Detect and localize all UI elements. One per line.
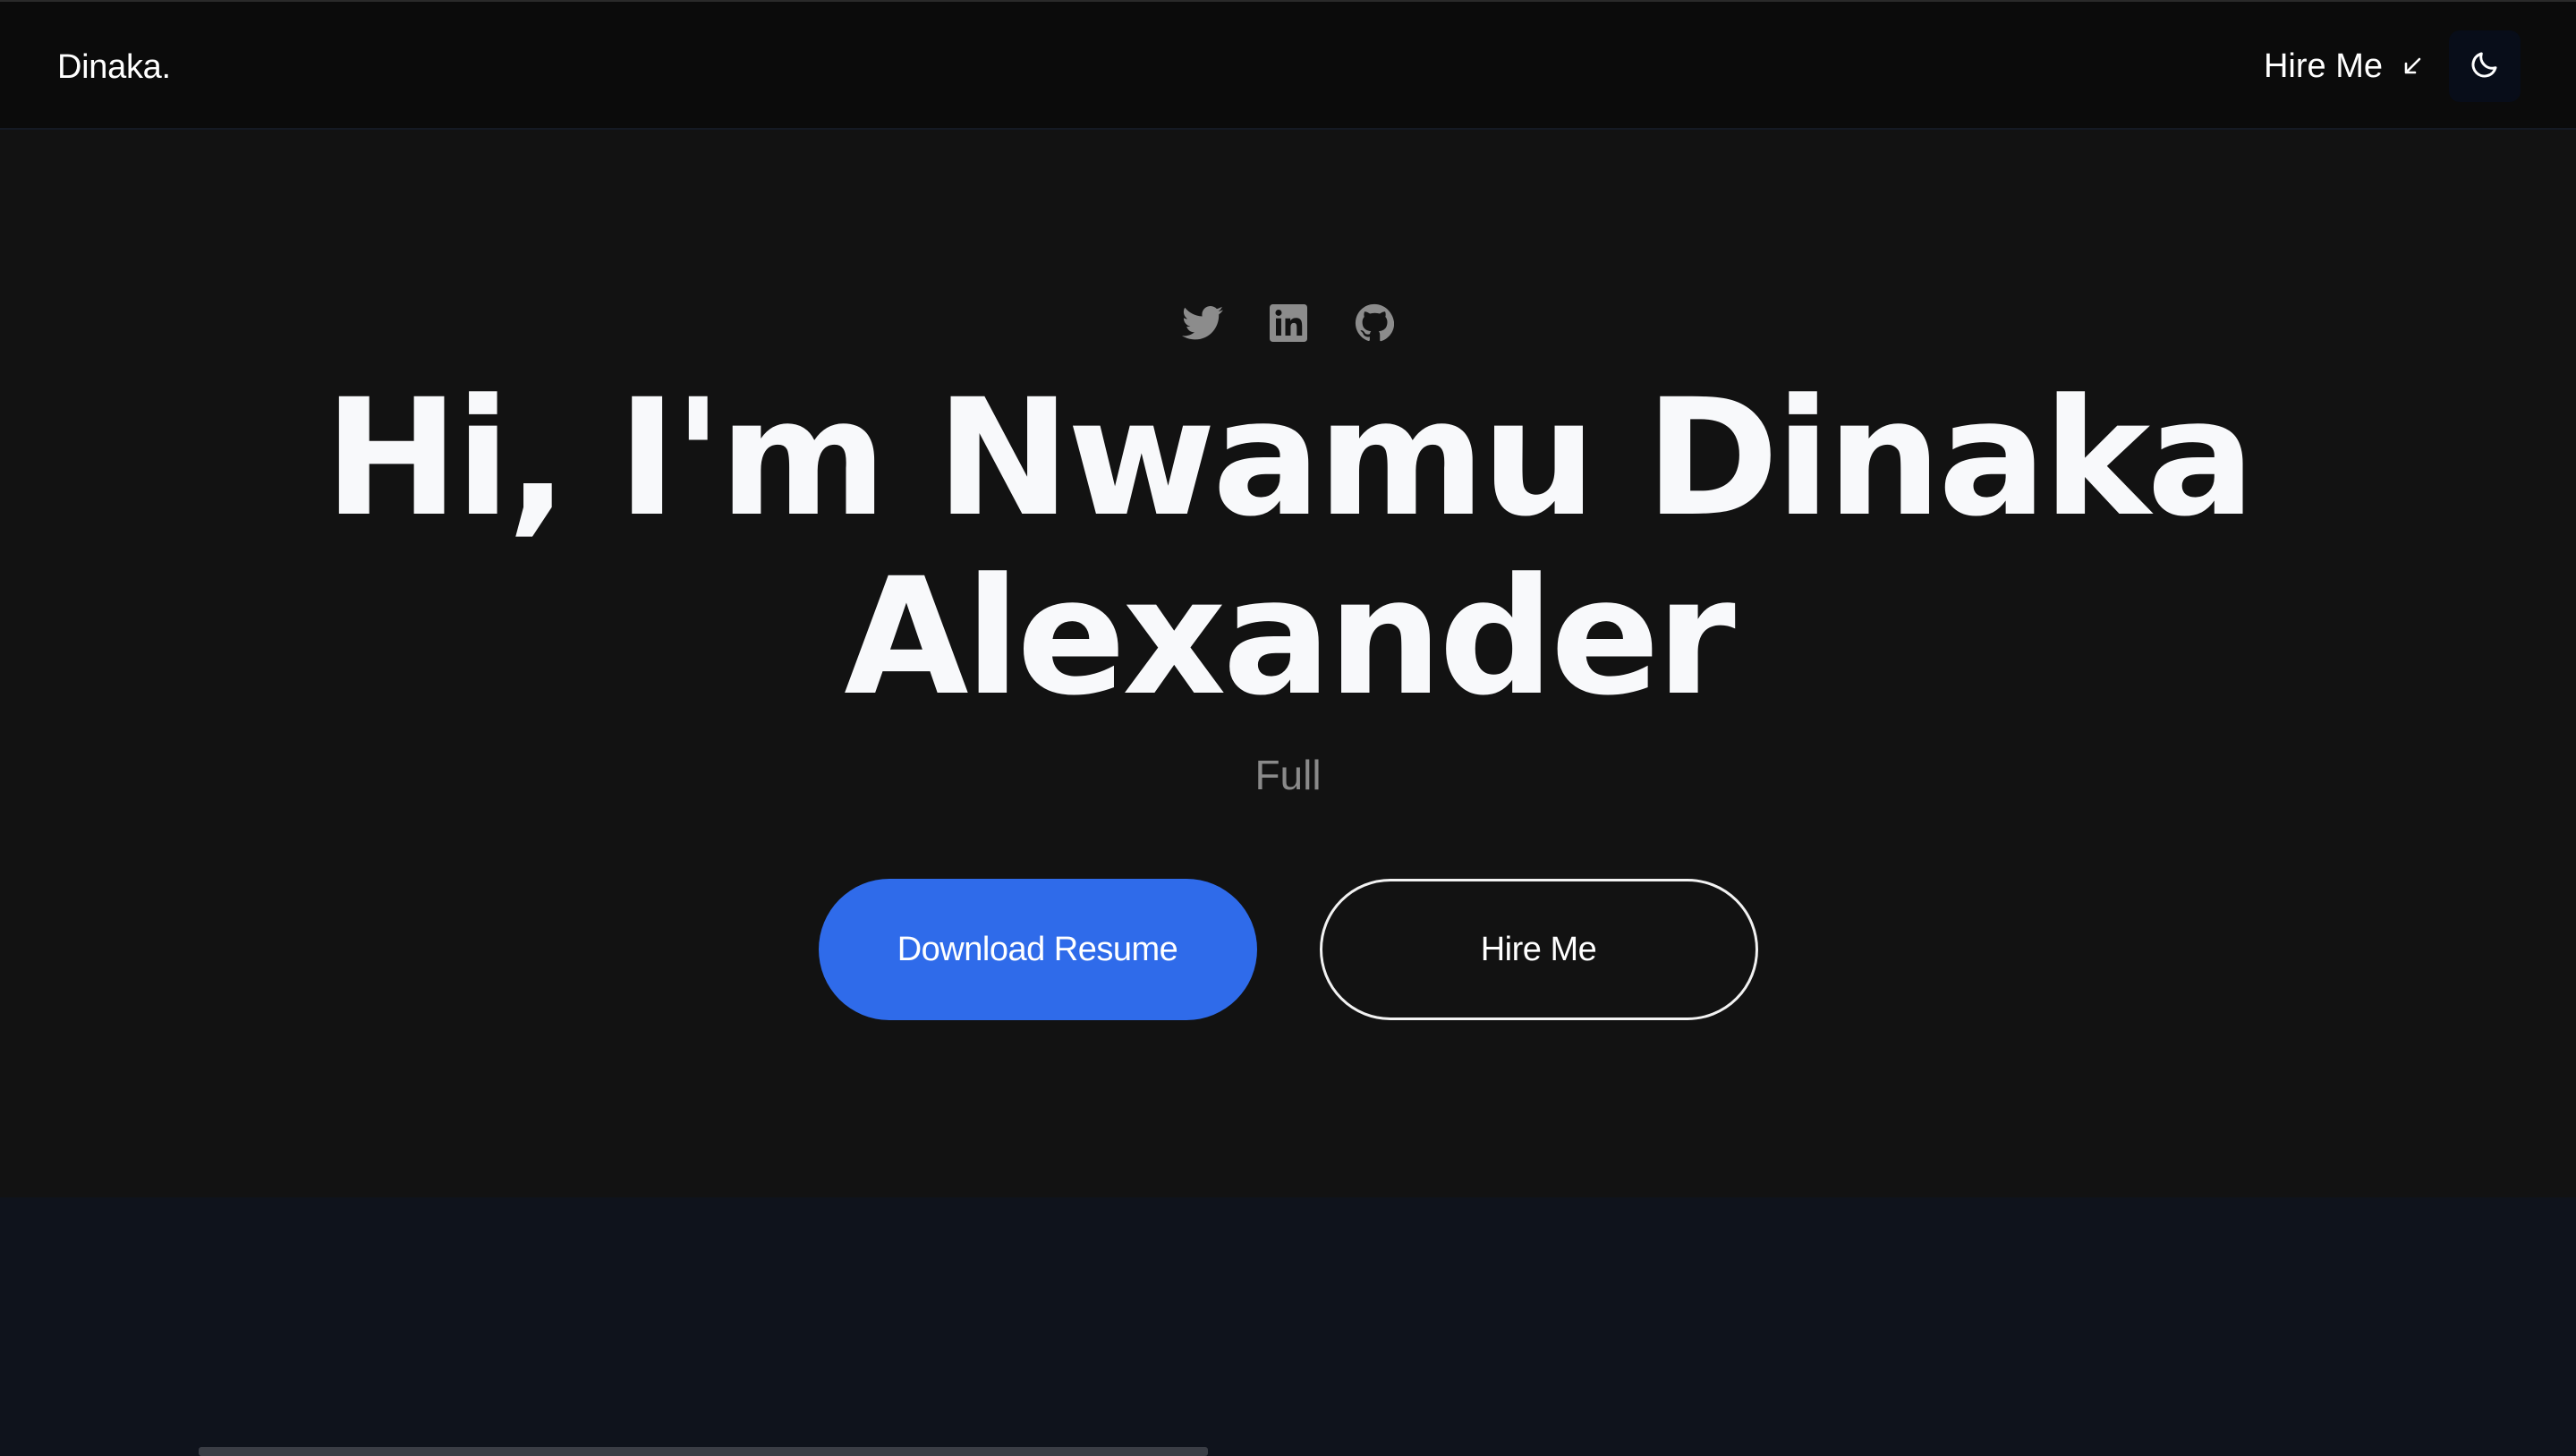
hire-me-button[interactable]: Hire Me	[1319, 879, 1758, 1020]
hero-headline-line-2: Alexander	[844, 544, 1736, 731]
moon-icon	[2469, 48, 2501, 85]
page: Dinaka. Hire Me Hi, I'm Nwamu Dinaka Ale…	[0, 0, 2576, 1456]
hero-cta-row: Download Resume Hire Me	[0, 879, 2576, 1020]
horizontal-scrollbar[interactable]	[199, 1447, 1208, 1456]
download-resume-button[interactable]: Download Resume	[818, 879, 1257, 1020]
brand-logo[interactable]: Dinaka.	[57, 47, 171, 88]
nav-hire-me-link[interactable]: Hire Me	[2264, 46, 2422, 87]
twitter-link[interactable]	[1181, 304, 1223, 345]
hero-section: Hi, I'm Nwamu Dinaka Alexander Full Down…	[0, 130, 2576, 1197]
top-navbar: Dinaka. Hire Me	[0, 0, 2576, 130]
hero-tagline: Full	[1254, 752, 1322, 798]
hero-headline: Hi, I'm Nwamu Dinaka Alexander	[0, 370, 2576, 728]
github-icon	[1355, 303, 1394, 347]
hero-headline-line-1: Hi, I'm Nwamu Dinaka	[324, 365, 2255, 552]
linkedin-link[interactable]	[1268, 303, 1309, 346]
linkedin-icon	[1269, 303, 1307, 346]
github-link[interactable]	[1354, 303, 1395, 347]
arrow-down-left-icon	[2402, 56, 2422, 76]
theme-toggle-button[interactable]	[2449, 30, 2521, 102]
nav-hire-me-label: Hire Me	[2263, 47, 2383, 85]
next-section	[0, 1197, 2576, 1456]
nav-actions: Hire Me	[2264, 30, 2521, 102]
twitter-icon	[1181, 305, 1223, 345]
social-links	[0, 303, 2576, 347]
